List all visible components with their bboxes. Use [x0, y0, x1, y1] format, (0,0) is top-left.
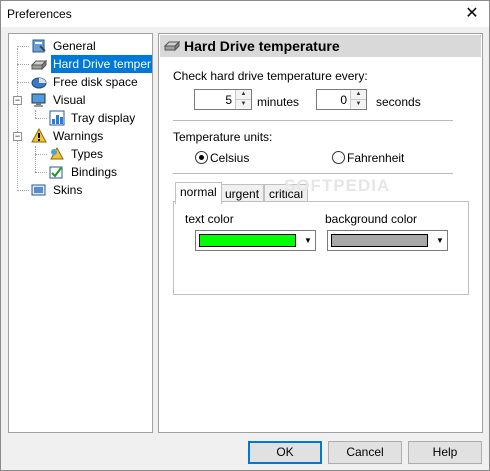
tree-label: Skins [53, 183, 83, 197]
warning-types-icon [50, 146, 64, 160]
tab-normal[interactable]: normal [175, 182, 222, 204]
tree-label: Free disk space [53, 75, 138, 89]
seconds-value: 0 [340, 93, 347, 107]
tree-line [35, 172, 47, 173]
divider [173, 120, 453, 121]
tree-line [17, 64, 29, 65]
tree-line [35, 154, 47, 155]
tree-label: General [53, 39, 96, 53]
tree-line [35, 110, 36, 118]
monitor-icon [31, 93, 46, 107]
tray-chart-icon [49, 110, 65, 126]
help-button[interactable]: Help [408, 441, 482, 464]
text-color-dropdown[interactable]: ▼ [195, 230, 316, 251]
divider [173, 173, 453, 174]
hard-drive-icon [164, 40, 180, 52]
category-tree[interactable]: − − General Hard Drive temper Free disk … [8, 33, 153, 433]
tree-label: Bindings [71, 165, 118, 179]
temperature-units-label: Temperature units: [173, 130, 273, 144]
fahrenheit-label[interactable]: Fahrenheit [347, 151, 404, 165]
minutes-label: minutes [257, 95, 300, 109]
window-title: Preferences [7, 7, 72, 21]
wrench-icon [32, 39, 46, 53]
text-color-swatch [199, 234, 296, 247]
tree-label: Types [71, 147, 104, 161]
panel-header: Hard Drive temperature [160, 35, 481, 57]
seconds-spinner[interactable]: 0 ▲ ▼ [316, 89, 367, 110]
hard-drive-icon [31, 59, 47, 71]
tree-line [35, 118, 47, 119]
tree-line [17, 46, 29, 47]
tree-label: Hard Drive temper [51, 55, 152, 73]
text-color-label: text color [185, 212, 234, 226]
visual-collapse-toggle[interactable]: − [13, 96, 22, 105]
minutes-spinner[interactable]: 5 ▲ ▼ [194, 89, 252, 110]
chevron-down-icon[interactable]: ▼ [435, 236, 445, 246]
celsius-radio[interactable] [195, 151, 208, 164]
tree-line [17, 48, 18, 188]
tree-line [35, 146, 36, 172]
seconds-label: seconds [376, 95, 421, 109]
tree-line [17, 190, 29, 191]
pie-chart-icon [31, 77, 47, 89]
check-interval-label: Check hard drive temperature every: [173, 69, 368, 83]
tree-label: Warnings [53, 129, 104, 143]
tree-line [17, 82, 29, 83]
bindings-icon [49, 166, 63, 179]
background-color-dropdown[interactable]: ▼ [327, 230, 448, 251]
warnings-collapse-toggle[interactable]: − [13, 132, 22, 141]
seconds-down-arrow[interactable]: ▼ [351, 99, 366, 108]
tree-label: Visual [53, 93, 86, 107]
background-color-swatch [331, 234, 428, 247]
minutes-up-arrow[interactable]: ▲ [236, 90, 251, 99]
skins-icon [31, 184, 46, 196]
minutes-down-arrow[interactable]: ▼ [236, 99, 251, 108]
close-button[interactable]: ✕ [455, 1, 489, 27]
tree-label: Tray display [71, 111, 136, 125]
fahrenheit-radio[interactable] [332, 151, 345, 164]
cancel-button[interactable]: Cancel [328, 441, 402, 464]
title-bar: Preferences ✕ [1, 1, 489, 27]
celsius-label[interactable]: Celsius [210, 151, 249, 165]
ok-button[interactable]: OK [248, 441, 322, 464]
panel-title: Hard Drive temperature [184, 38, 340, 54]
preferences-window: Preferences ✕ − − General Hard Drive tem… [0, 0, 490, 471]
tab-page-normal: text color background color ▼ ▼ [173, 201, 469, 295]
chevron-down-icon[interactable]: ▼ [303, 236, 313, 246]
warning-icon [31, 128, 47, 143]
minutes-value: 5 [225, 93, 232, 107]
background-color-label: background color [325, 212, 418, 226]
seconds-up-arrow[interactable]: ▲ [351, 90, 366, 99]
